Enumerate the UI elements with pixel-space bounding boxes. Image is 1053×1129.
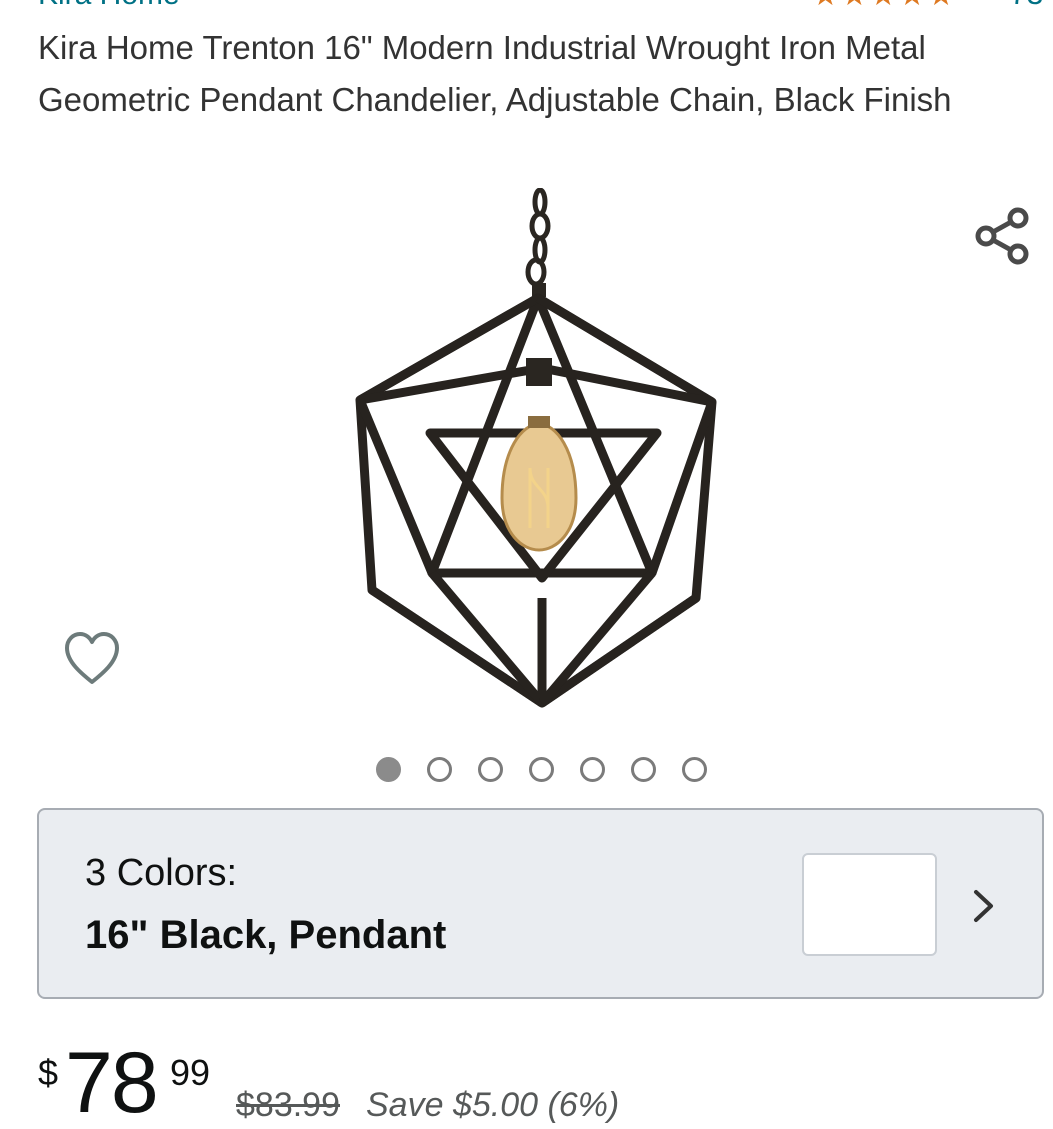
savings-text: Save $5.00 (6%) [366, 1086, 620, 1124]
chain [525, 188, 551, 287]
price-whole: 78 [65, 1035, 159, 1129]
variation-label: 3 Colors: [85, 852, 238, 894]
review-count-link[interactable]: 73 [1010, 0, 1043, 12]
carousel-dot[interactable] [580, 757, 605, 782]
carousel-dot[interactable] [682, 757, 707, 782]
heart-icon[interactable] [62, 628, 122, 690]
variation-swatch[interactable] [802, 853, 937, 956]
carousel-dot[interactable] [376, 757, 401, 782]
variation-selected-value: 16" Black, Pendant [85, 913, 447, 957]
product-title: Kira Home Trenton 16" Modern Industrial … [38, 29, 952, 118]
brand-rating-row: Kira Home ★★★★★ 73 [0, 0, 1053, 12]
price-fraction: 99 [170, 1052, 211, 1093]
list-price: $83.99 [236, 1086, 340, 1124]
carousel-dot[interactable] [631, 757, 656, 782]
carousel-dot[interactable] [427, 757, 452, 782]
brand-link[interactable]: Kira Home [38, 0, 180, 12]
chevron-right-icon[interactable] [971, 886, 997, 926]
share-icon[interactable] [972, 205, 1034, 267]
price-currency: $ [38, 1052, 59, 1093]
color-variation-selector[interactable]: 3 Colors: 16" Black, Pendant [37, 808, 1044, 999]
carousel-dot[interactable] [529, 757, 554, 782]
image-carousel-dots [376, 757, 707, 783]
product-image[interactable] [352, 188, 724, 708]
rating-stars[interactable]: ★★★★★ [812, 0, 956, 13]
carousel-dot[interactable] [478, 757, 503, 782]
